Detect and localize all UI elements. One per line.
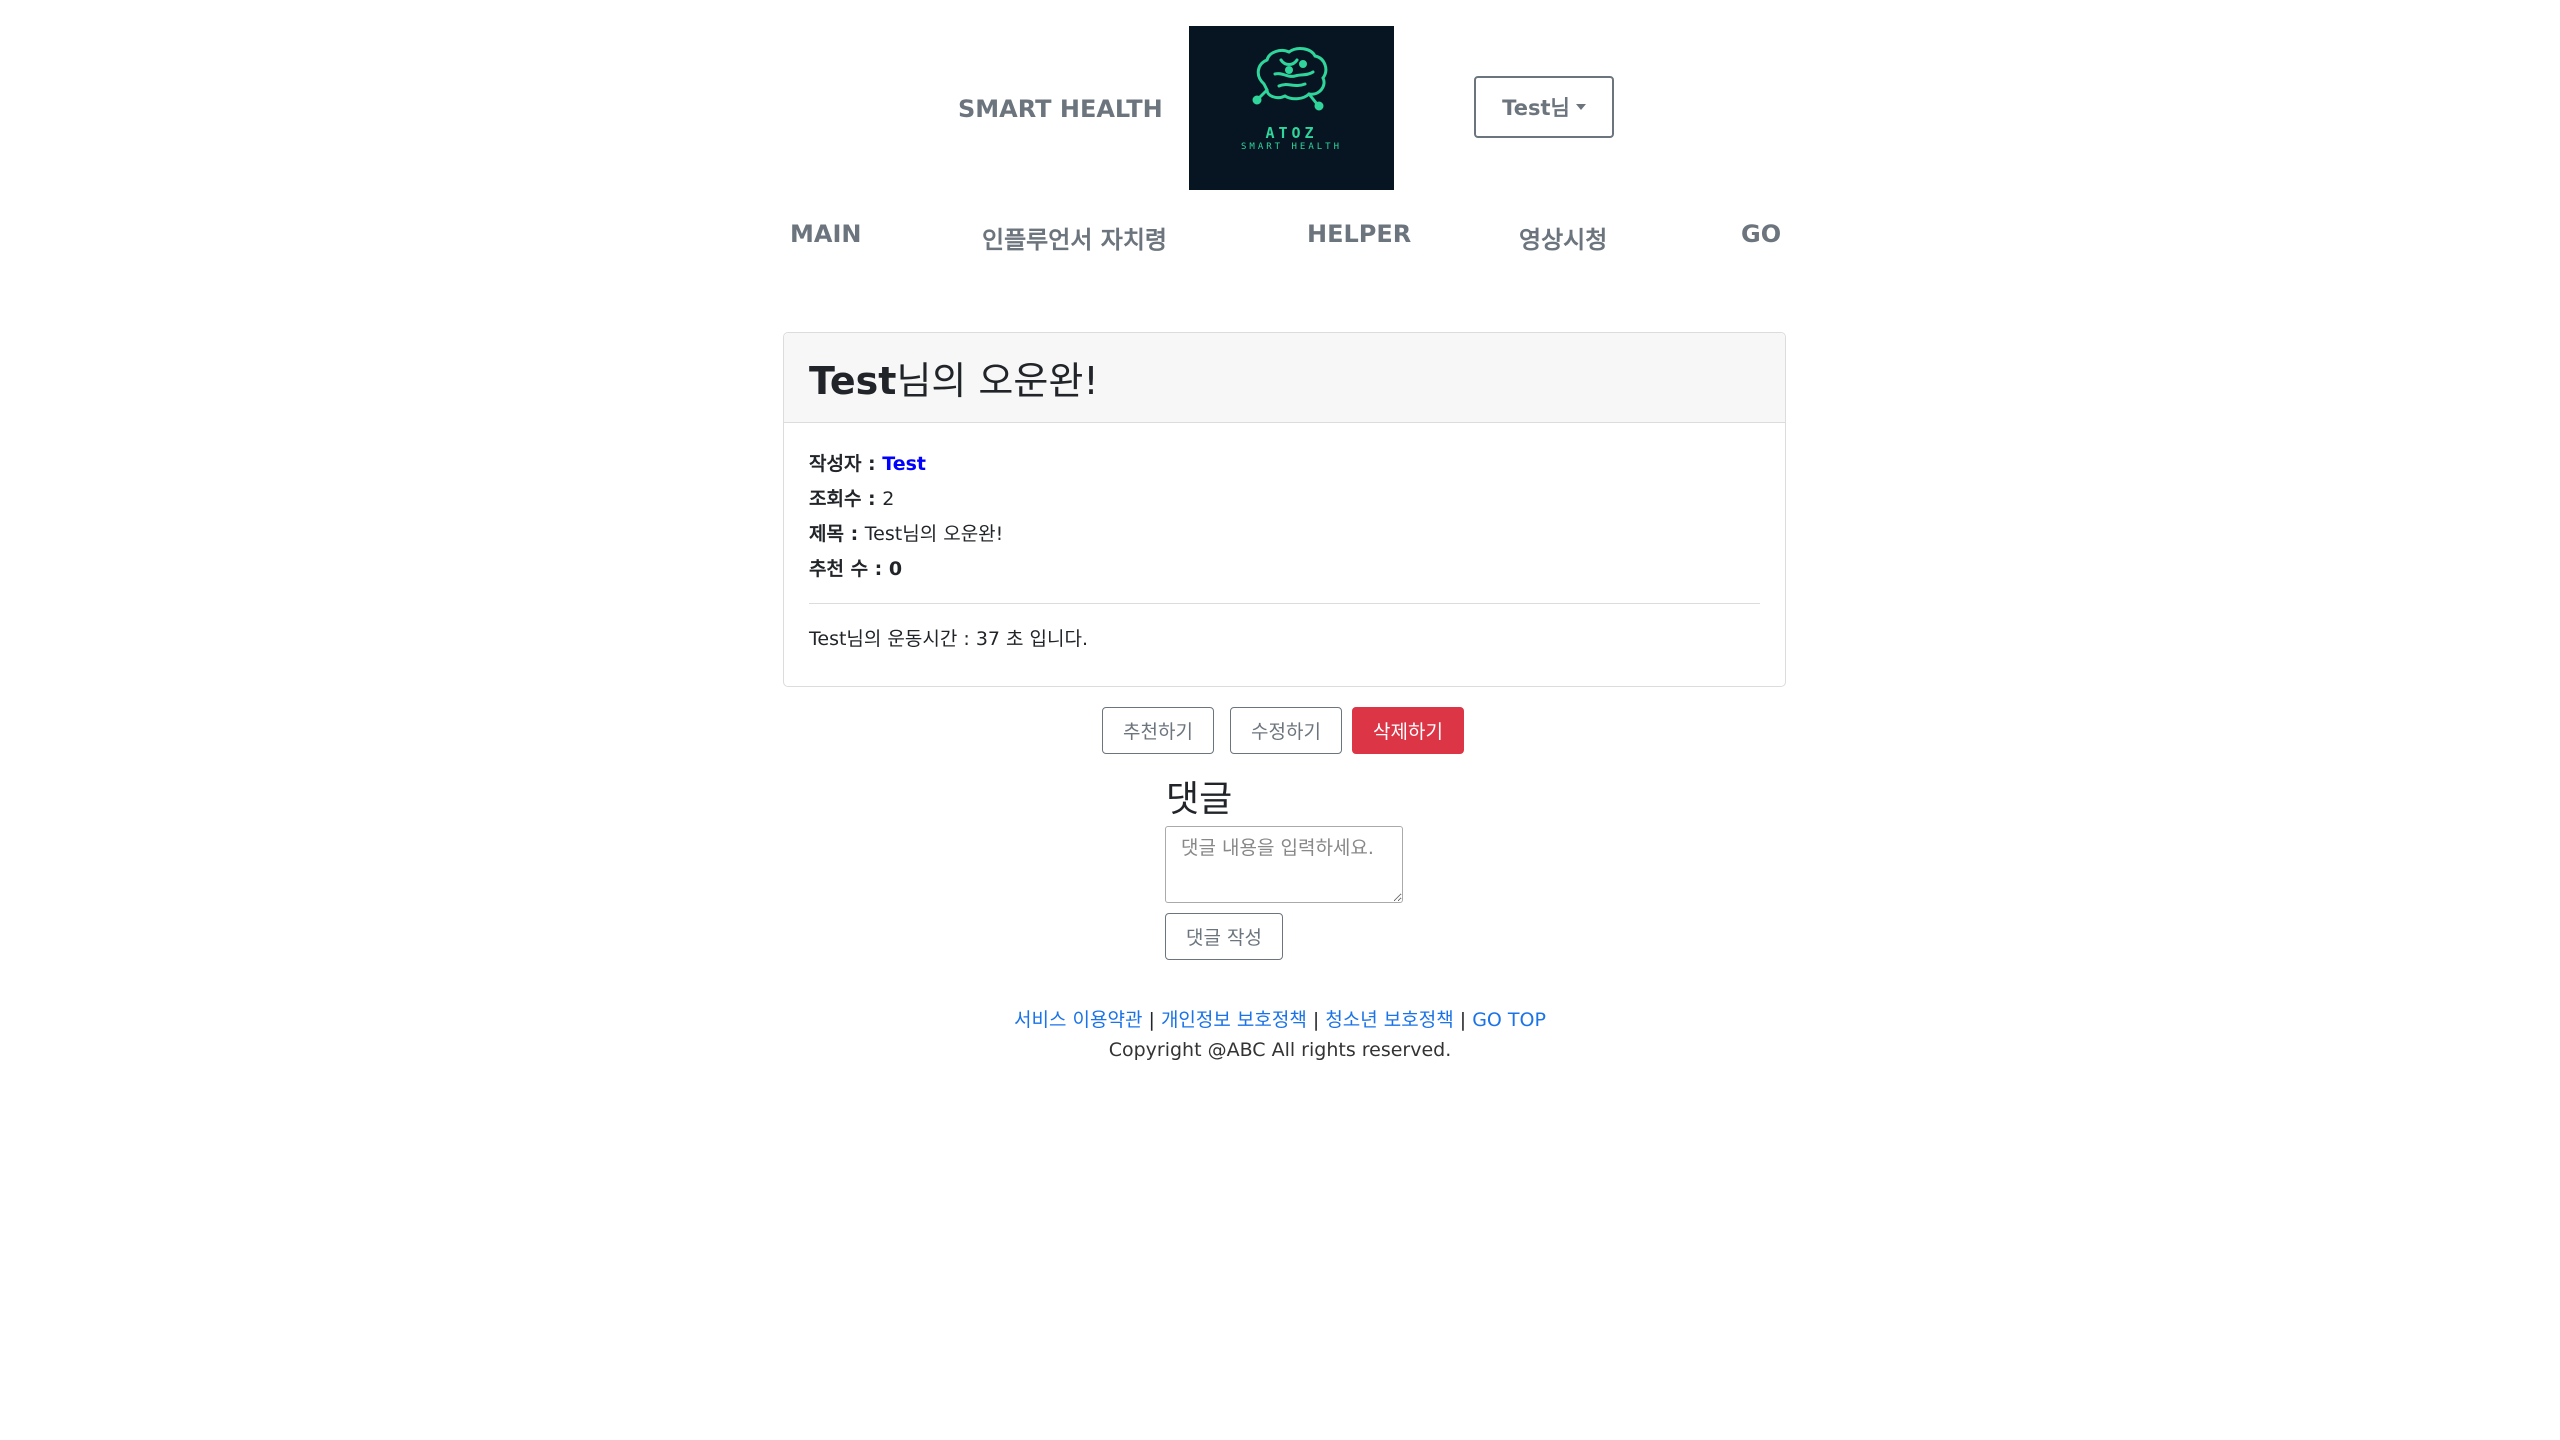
post-divider — [809, 603, 1760, 604]
post-card-body: 작성자 : Test 조회수 : 2 제목 : Test님의 오운완! 추천 수… — [784, 423, 1785, 651]
comment-submit-button[interactable]: 댓글 작성 — [1165, 913, 1283, 960]
logo-text-secondary: SMART HEALTH — [1240, 142, 1343, 152]
logo-text-primary: ATOZ — [1265, 124, 1318, 142]
post-content: Test님의 운동시간 : 37 초 입니다. — [809, 628, 1089, 650]
brain-circuit-icon — [1252, 47, 1328, 111]
post-likes-label: 추천 수 : — [809, 558, 889, 580]
footer-copyright: Copyright @ABC All rights reserved. — [1108, 1039, 1452, 1061]
delete-button[interactable]: 삭제하기 — [1352, 707, 1464, 754]
nav-item-main[interactable]: MAIN — [790, 220, 861, 248]
post-card-header: Test님의 오운완! — [784, 333, 1785, 423]
post-title-name: Test — [809, 359, 897, 403]
post-views-value: 2 — [882, 488, 895, 510]
post-subject-value: Test님의 오운완! — [864, 523, 1004, 545]
footer-link-youth[interactable]: 청소년 보호정책 — [1325, 1009, 1453, 1031]
footer-separator: | — [1453, 1009, 1473, 1031]
post-views-row: 조회수 : 2 — [809, 482, 1760, 517]
footer-link-terms[interactable]: 서비스 이용약관 — [1014, 1009, 1142, 1031]
footer-separator: | — [1142, 1009, 1161, 1031]
post-author-label: 작성자 : — [809, 453, 883, 475]
comment-input[interactable] — [1165, 826, 1403, 903]
post-card: Test님의 오운완! 작성자 : Test 조회수 : 2 제목 : Test… — [783, 332, 1786, 687]
logo[interactable]: ATOZ SMART HEALTH — [1189, 26, 1394, 190]
footer-links: 서비스 이용약관 | 개인정보 보호정책 | 청소년 보호정책 | GO TOP — [0, 1005, 2560, 1032]
nav-item-helper[interactable]: HELPER — [1307, 220, 1411, 248]
user-menu-label: Test님 — [1502, 96, 1570, 120]
footer-link-go-top[interactable]: GO TOP — [1472, 1009, 1546, 1031]
post-subject-label: 제목 : — [809, 523, 865, 545]
post-author-value[interactable]: Test — [882, 453, 926, 475]
post-likes-value: 0 — [888, 558, 903, 580]
nav-item-video[interactable]: 영상시청 — [1519, 220, 1607, 255]
footer-separator: | — [1306, 1009, 1326, 1031]
caret-down-icon — [1575, 104, 1586, 110]
footer-link-privacy[interactable]: 개인정보 보호정책 — [1161, 1009, 1307, 1031]
post-author-row: 작성자 : Test — [809, 447, 1760, 482]
post-title-rest: 님의 오운완! — [896, 359, 1099, 403]
recommend-button[interactable]: 추천하기 — [1102, 707, 1214, 754]
site-title[interactable]: SMART HEALTH — [958, 95, 1163, 123]
user-menu-dropdown[interactable]: Test님 — [1474, 76, 1614, 138]
page: SMART HEALTH ATOZ SMART HEALTH Test님 MAI… — [0, 0, 2560, 1440]
post-views-label: 조회수 : — [809, 488, 883, 510]
nav-item-influencer[interactable]: 인플루언서 자치령 — [982, 220, 1167, 255]
comment-heading: 댓글 — [1166, 779, 1233, 820]
post-likes-row: 추천 수 : 0 — [809, 552, 1760, 587]
post-subject-row: 제목 : Test님의 오운완! — [809, 517, 1760, 552]
nav-item-go[interactable]: GO — [1741, 220, 1781, 248]
post-title: Test님의 오운완! — [809, 350, 1099, 405]
edit-button[interactable]: 수정하기 — [1230, 707, 1342, 754]
